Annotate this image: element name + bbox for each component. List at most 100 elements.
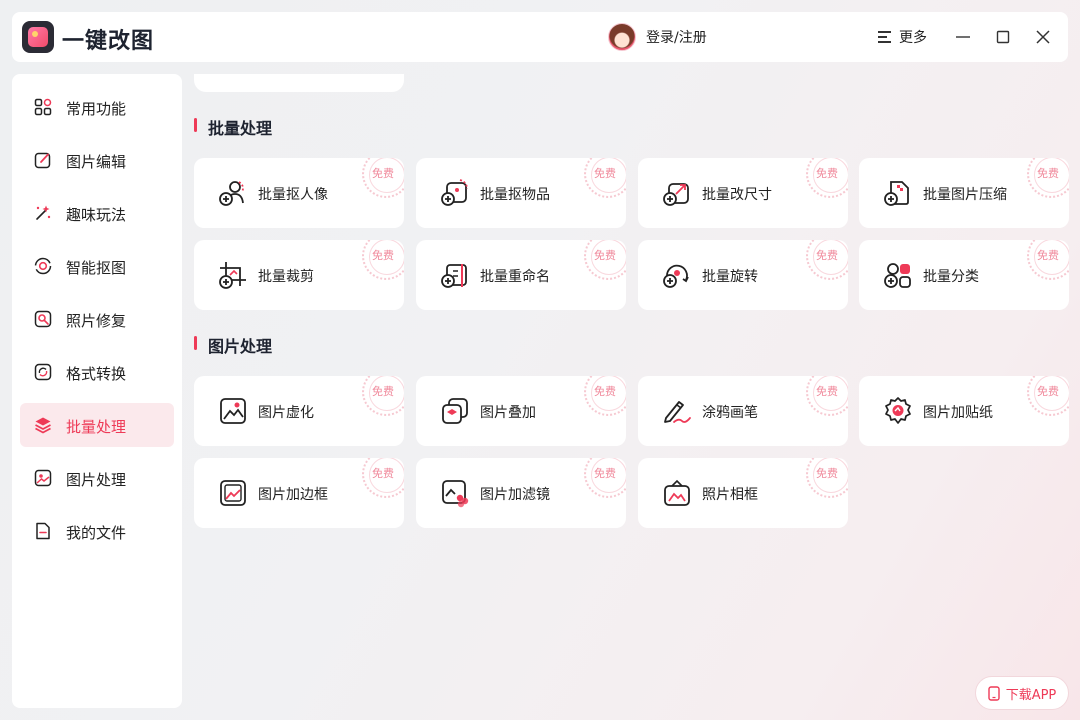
free-badge: 免费 xyxy=(806,458,848,498)
card-batch-resize[interactable]: 批量改尺寸 免费 xyxy=(638,158,848,228)
section-title-image-process: 图片处理 xyxy=(194,333,272,357)
free-badge: 免费 xyxy=(362,458,404,498)
card-label: 批量裁剪 xyxy=(258,269,314,285)
sidebar-item-smart-cutout[interactable]: 智能抠图 xyxy=(20,244,174,288)
card-batch-portrait-cutout[interactable]: 批量抠人像 免费 xyxy=(194,158,404,228)
sidebar-item-common[interactable]: 常用功能 xyxy=(20,85,174,129)
app-logo-icon xyxy=(22,21,54,53)
brush-icon xyxy=(664,401,691,423)
image-icon xyxy=(34,469,52,487)
magic-wand-icon xyxy=(36,205,51,220)
close-button[interactable] xyxy=(1033,27,1053,47)
maximize-button[interactable] xyxy=(993,27,1013,47)
card-brush[interactable]: 涂鸦画笔 免费 xyxy=(638,376,848,446)
sidebar-item-label: 我的文件 xyxy=(66,524,127,542)
card-batch-compress[interactable]: 批量图片压缩 免费 xyxy=(859,158,1069,228)
card-label: 图片加贴纸 xyxy=(923,405,993,421)
minimize-button[interactable] xyxy=(953,27,973,47)
free-badge: 免费 xyxy=(584,240,626,280)
batch-object-cutout-icon xyxy=(441,179,468,206)
card-label: 批量旋转 xyxy=(702,269,758,285)
card-batch-crop[interactable]: 批量裁剪 免费 xyxy=(194,240,404,310)
batch-classify-icon xyxy=(884,263,911,288)
menu-icon xyxy=(878,31,891,43)
maximize-icon xyxy=(996,30,1010,44)
sidebar-item-image-process[interactable]: 图片处理 xyxy=(20,456,174,500)
card-overlay[interactable]: 图片叠加 免费 xyxy=(416,376,626,446)
target-icon xyxy=(34,257,52,275)
sidebar: 常用功能 图片编辑 趣味玩法 智能抠图 照片修复 格式转换 批量处理 图片处理 … xyxy=(12,74,182,708)
sidebar-item-fun[interactable]: 趣味玩法 xyxy=(20,191,174,235)
close-icon xyxy=(1036,30,1050,44)
batch-rotate-icon xyxy=(663,264,689,288)
filter-icon xyxy=(442,480,469,508)
sidebar-item-label: 格式转换 xyxy=(66,365,127,383)
free-badge: 免费 xyxy=(362,158,404,198)
repair-icon xyxy=(34,310,52,328)
free-badge: 免费 xyxy=(806,376,848,416)
minimize-icon xyxy=(956,36,970,38)
sidebar-item-label: 智能抠图 xyxy=(66,259,127,277)
sidebar-item-label: 照片修复 xyxy=(66,312,127,330)
border-icon xyxy=(220,480,246,506)
sidebar-item-format-convert[interactable]: 格式转换 xyxy=(20,350,174,394)
card-label: 图片叠加 xyxy=(480,405,536,421)
sticker-icon xyxy=(885,397,911,424)
photo-frame-icon xyxy=(664,479,690,506)
card-filter[interactable]: 图片加滤镜 免费 xyxy=(416,458,626,528)
layers-icon xyxy=(35,417,51,434)
card-blur[interactable]: 图片虚化 免费 xyxy=(194,376,404,446)
free-badge: 免费 xyxy=(362,376,404,416)
free-badge: 免费 xyxy=(1027,240,1069,280)
card-label: 图片加滤镜 xyxy=(480,487,550,503)
card-label: 照片相框 xyxy=(702,487,758,503)
free-badge: 免费 xyxy=(806,240,848,280)
more-menu-button[interactable]: 更多 xyxy=(878,26,927,48)
batch-portrait-cutout-icon xyxy=(219,181,244,206)
card-label: 批量图片压缩 xyxy=(923,187,1007,203)
card-photo-frame[interactable]: 照片相框 免费 xyxy=(638,458,848,528)
avatar xyxy=(608,23,636,51)
card-border[interactable]: 图片加边框 免费 xyxy=(194,458,404,528)
sidebar-item-photo-repair[interactable]: 照片修复 xyxy=(20,297,174,341)
batch-resize-icon xyxy=(663,183,689,206)
sidebar-item-label: 趣味玩法 xyxy=(66,206,127,224)
section-title-batch: 批量处理 xyxy=(194,115,272,139)
free-badge: 免费 xyxy=(584,158,626,198)
title-bar: 一键改图 登录/注册 更多 xyxy=(12,12,1068,62)
app-title: 一键改图 xyxy=(62,29,155,54)
batch-crop-icon xyxy=(219,262,246,289)
convert-icon xyxy=(34,363,52,381)
sidebar-item-label: 图片处理 xyxy=(66,471,127,489)
sidebar-item-label: 批量处理 xyxy=(66,418,127,436)
download-app-label: 下载APP xyxy=(1005,687,1057,703)
card-label: 批量抠物品 xyxy=(480,187,550,203)
login-button[interactable]: 登录/注册 xyxy=(608,22,707,52)
card-batch-rotate[interactable]: 批量旋转 免费 xyxy=(638,240,848,310)
sidebar-item-my-files[interactable]: 我的文件 xyxy=(20,509,174,553)
card-label: 批量抠人像 xyxy=(258,187,328,203)
free-badge: 免费 xyxy=(1027,158,1069,198)
sidebar-item-batch[interactable]: 批量处理 xyxy=(20,403,174,447)
previous-section-card-stub xyxy=(194,74,404,92)
card-label: 图片虚化 xyxy=(258,405,314,421)
sidebar-item-image-edit[interactable]: 图片编辑 xyxy=(20,138,174,182)
login-label: 登录/注册 xyxy=(646,30,707,46)
card-batch-rename[interactable]: 批量重命名 免费 xyxy=(416,240,626,310)
file-icon xyxy=(36,522,50,540)
batch-compress-icon xyxy=(884,181,909,206)
card-batch-classify[interactable]: 批量分类 免费 xyxy=(859,240,1069,310)
card-sticker[interactable]: 图片加贴纸 免费 xyxy=(859,376,1069,446)
card-label: 图片加边框 xyxy=(258,487,328,503)
phone-icon xyxy=(988,685,1000,701)
download-app-button[interactable]: 下载APP xyxy=(975,676,1069,710)
card-label: 批量分类 xyxy=(923,269,979,285)
sidebar-item-label: 图片编辑 xyxy=(66,153,127,171)
sidebar-item-label: 常用功能 xyxy=(66,100,127,118)
more-label: 更多 xyxy=(899,30,927,46)
free-badge: 免费 xyxy=(584,376,626,416)
grid-icon xyxy=(34,98,52,116)
card-label: 批量重命名 xyxy=(480,269,550,285)
free-badge: 免费 xyxy=(1027,376,1069,416)
card-batch-object-cutout[interactable]: 批量抠物品 免费 xyxy=(416,158,626,228)
